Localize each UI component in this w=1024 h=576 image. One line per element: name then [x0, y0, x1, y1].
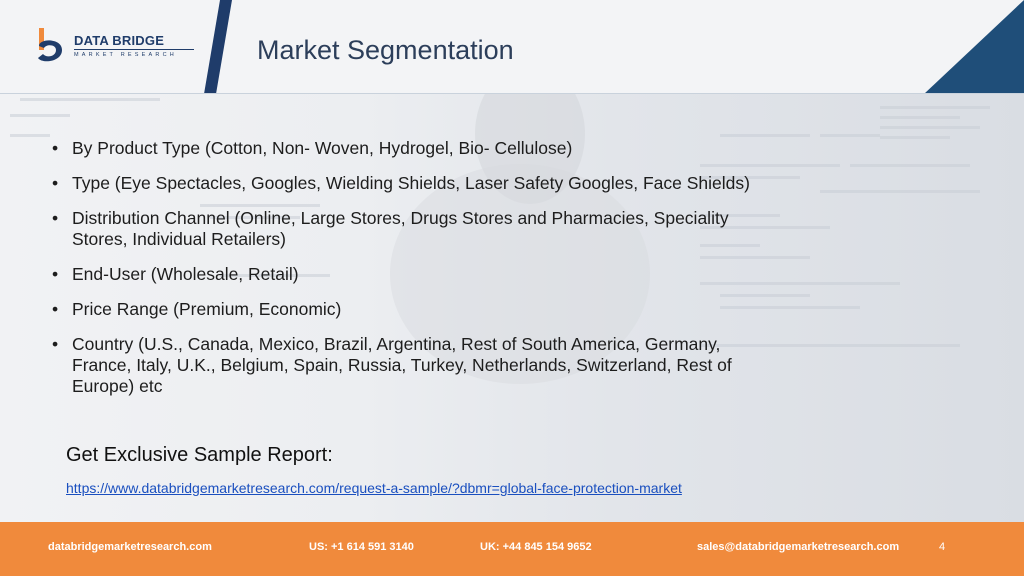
bullet-marker: • — [52, 208, 59, 228]
page-number: 4 — [939, 541, 946, 553]
list-item: • Type (Eye Spectacles, Googles, Wieldin… — [52, 173, 772, 194]
bullet-marker: • — [52, 299, 59, 319]
logo-wordmark: DATA BRIDGE MARKET RESEARCH — [74, 34, 194, 59]
footer-uk-phone: UK: +44 845 154 9652 — [480, 541, 592, 553]
bullet-marker: • — [52, 264, 59, 284]
bullet-marker: • — [52, 173, 59, 193]
list-item-text: Distribution Channel (Online, Large Stor… — [72, 208, 729, 249]
sample-report-link[interactable]: https://www.databridgemarketresearch.com… — [66, 480, 682, 496]
list-item-text: By Product Type (Cotton, Non- Woven, Hyd… — [72, 138, 573, 158]
logo-subtitle: MARKET RESEARCH — [74, 52, 177, 58]
slide-title: Market Segmentation — [257, 35, 514, 65]
list-item-text: Type (Eye Spectacles, Googles, Wielding … — [72, 173, 750, 193]
list-item: • End-User (Wholesale, Retail) — [52, 264, 772, 285]
slide-header: DATA BRIDGE MARKET RESEARCH Market Segme… — [0, 0, 1024, 94]
logo-name: DATA BRIDGE — [74, 33, 165, 48]
company-logo[interactable]: DATA BRIDGE MARKET RESEARCH — [34, 26, 194, 68]
footer-website[interactable]: databridgemarketresearch.com — [48, 541, 212, 553]
list-item: • Country (U.S., Canada, Mexico, Brazil,… — [52, 334, 772, 397]
bullet-marker: • — [52, 334, 59, 354]
logo-mark-icon — [38, 28, 62, 62]
list-item: • Distribution Channel (Online, Large St… — [52, 208, 772, 250]
logo-divider — [74, 49, 194, 50]
list-item-text: End-User (Wholesale, Retail) — [72, 264, 299, 284]
header-corner-triangle — [924, 0, 1024, 94]
list-item-text: Price Range (Premium, Economic) — [72, 299, 342, 319]
footer-email[interactable]: sales@databridgemarketresearch.com — [697, 541, 899, 553]
list-item: • Price Range (Premium, Economic) — [52, 299, 772, 320]
slide-footer: databridgemarketresearch.com US: +1 614 … — [0, 522, 1024, 576]
sample-report-heading: Get Exclusive Sample Report: — [66, 444, 333, 466]
list-item: • By Product Type (Cotton, Non- Woven, H… — [52, 138, 772, 159]
segmentation-list: • By Product Type (Cotton, Non- Woven, H… — [52, 138, 772, 411]
bullet-marker: • — [52, 138, 59, 158]
list-item-text: Country (U.S., Canada, Mexico, Brazil, A… — [72, 334, 732, 396]
footer-us-phone: US: +1 614 591 3140 — [309, 541, 414, 553]
